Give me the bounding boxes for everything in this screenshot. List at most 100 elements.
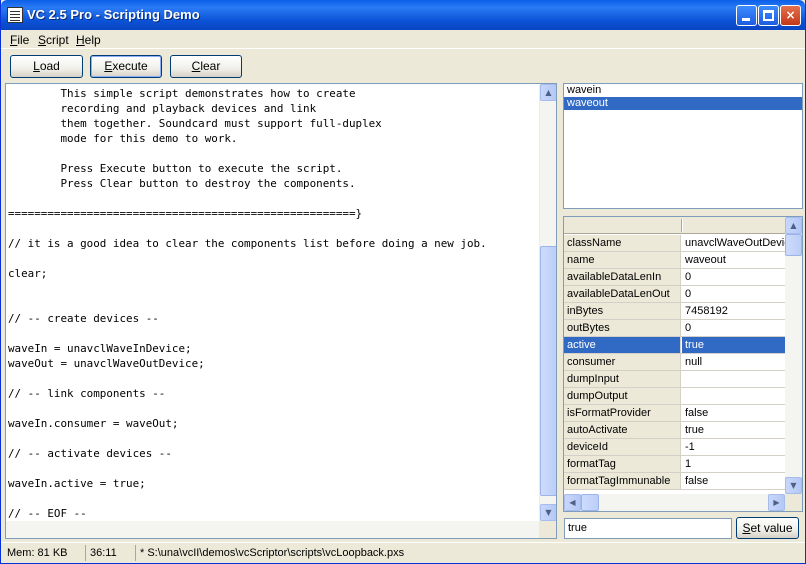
maximize-button[interactable] <box>758 5 779 26</box>
menu-help[interactable]: Help <box>76 33 101 47</box>
grid-scroll-thumb[interactable] <box>785 234 802 256</box>
property-grid-header <box>564 217 786 234</box>
property-grid[interactable]: className unavclWaveOutDevice name waveout a… <box>563 216 803 512</box>
code-line: Press Execute button to execute the scri… <box>8 162 343 175</box>
property-value[interactable]: false <box>682 473 785 489</box>
script-editor[interactable]: This simple script demonstrates how to c… <box>5 83 557 539</box>
minimize-button[interactable] <box>736 5 757 26</box>
editor-scroll-thumb[interactable] <box>540 246 556 496</box>
property-value[interactable]: true <box>682 337 785 353</box>
menu-script[interactable]: Script <box>38 33 69 47</box>
property-row[interactable]: name waveout <box>564 252 785 269</box>
code-line: waveIn.consumer = waveOut; <box>8 417 179 430</box>
main-window: VC 2.5 Pro - Scripting Demo × File Scrip… <box>0 0 806 564</box>
set-value-button[interactable]: Set value <box>736 517 799 539</box>
close-button[interactable]: × <box>780 5 801 26</box>
grid-scrollbar-corner <box>785 494 802 511</box>
minimize-icon <box>742 18 750 21</box>
scrollbar-corner <box>539 521 556 538</box>
grid-vertical-scrollbar[interactable]: ▲ ▼ <box>785 217 802 494</box>
code-line: Press Clear button to destroy the compon… <box>8 177 356 190</box>
grid-hscroll-thumb[interactable] <box>581 494 599 511</box>
property-name: name <box>564 252 681 268</box>
clear-button[interactable]: Clear <box>170 55 242 78</box>
scroll-down-icon[interactable]: ▼ <box>540 504 556 521</box>
property-value[interactable]: waveout <box>682 252 785 268</box>
status-bar: Mem: 81 KB 36:11 * S:\una\vcII\demos\vcS… <box>1 542 805 563</box>
property-row[interactable]: className unavclWaveOutDevice <box>564 235 785 252</box>
maximize-icon <box>763 10 774 21</box>
execute-button[interactable]: Execute <box>90 55 162 78</box>
property-value[interactable]: null <box>682 354 785 370</box>
property-value[interactable] <box>682 388 785 404</box>
property-row[interactable]: deviceId -1 <box>564 439 785 456</box>
code-line: waveIn = unavclWaveInDevice; <box>8 342 192 355</box>
code-line: // it is a good idea to clear the compon… <box>8 237 487 250</box>
property-name: active <box>564 337 681 353</box>
window-title: VC 2.5 Pro - Scripting Demo <box>27 7 200 22</box>
property-row[interactable]: active true <box>564 337 785 354</box>
property-row[interactable]: formatTagImmunable false <box>564 473 785 490</box>
property-name: outBytes <box>564 320 681 336</box>
grid-scroll-up-icon[interactable]: ▲ <box>785 217 802 234</box>
property-row[interactable]: availableDataLenOut 0 <box>564 286 785 303</box>
property-value[interactable]: 0 <box>682 320 785 336</box>
code-line: This simple script demonstrates how to c… <box>8 87 356 100</box>
property-name: consumer <box>564 354 681 370</box>
property-row[interactable]: dumpInput <box>564 371 785 388</box>
property-value[interactable]: false <box>682 405 785 421</box>
property-value[interactable]: 1 <box>682 456 785 472</box>
code-line: them together. Soundcard must support fu… <box>8 117 382 130</box>
property-row[interactable]: isFormatProvider false <box>564 405 785 422</box>
grid-scroll-down-icon[interactable]: ▼ <box>785 477 802 494</box>
grid-scroll-left-icon[interactable]: ◀ <box>564 494 581 511</box>
script-text[interactable]: This simple script demonstrates how to c… <box>8 86 538 521</box>
property-row[interactable]: availableDataLenIn 0 <box>564 269 785 286</box>
property-value[interactable]: 7458192 <box>682 303 785 319</box>
property-value[interactable] <box>682 371 785 387</box>
load-button[interactable]: Load <box>10 55 83 78</box>
code-line: // -- link components -- <box>8 387 166 400</box>
property-value[interactable]: 0 <box>682 286 785 302</box>
property-row[interactable]: autoActivate true <box>564 422 785 439</box>
property-name: className <box>564 235 681 251</box>
grid-horizontal-scrollbar[interactable]: ◀ ▶ <box>564 494 785 511</box>
notepad-app-icon <box>7 7 23 23</box>
property-row[interactable]: formatTag 1 <box>564 456 785 473</box>
close-icon: × <box>785 8 796 22</box>
component-item-wavein[interactable]: wavein <box>564 84 802 97</box>
editor-vertical-scrollbar[interactable]: ▲ ▼ <box>539 84 556 521</box>
toolbar: Load Execute Clear <box>1 50 805 84</box>
property-row[interactable]: outBytes 0 <box>564 320 785 337</box>
property-name: autoActivate <box>564 422 681 438</box>
property-value[interactable]: -1 <box>682 439 785 455</box>
property-value-input[interactable]: true <box>564 518 732 539</box>
property-name: isFormatProvider <box>564 405 681 421</box>
property-value[interactable]: 0 <box>682 269 785 285</box>
property-row[interactable]: consumer null <box>564 354 785 371</box>
code-line: ========================================… <box>8 207 363 220</box>
property-value[interactable]: true <box>682 422 785 438</box>
code-line: // -- EOF -- <box>8 507 87 520</box>
menu-file[interactable]: File <box>10 33 29 47</box>
component-list[interactable]: wavein waveout <box>563 83 803 209</box>
scroll-up-icon[interactable]: ▲ <box>540 84 556 101</box>
property-row[interactable]: dumpOutput <box>564 388 785 405</box>
component-item-waveout[interactable]: waveout <box>564 97 802 110</box>
property-name: availableDataLenOut <box>564 286 681 302</box>
grid-scroll-right-icon[interactable]: ▶ <box>768 494 785 511</box>
column-divider[interactable] <box>681 219 683 232</box>
property-value[interactable]: unavclWaveOutDevice <box>682 235 785 251</box>
property-row[interactable]: inBytes 7458192 <box>564 303 785 320</box>
editor-horizontal-scrollbar[interactable] <box>6 521 556 538</box>
title-bar[interactable]: VC 2.5 Pro - Scripting Demo × <box>1 0 805 30</box>
menu-bar: File Script Help <box>1 30 805 49</box>
